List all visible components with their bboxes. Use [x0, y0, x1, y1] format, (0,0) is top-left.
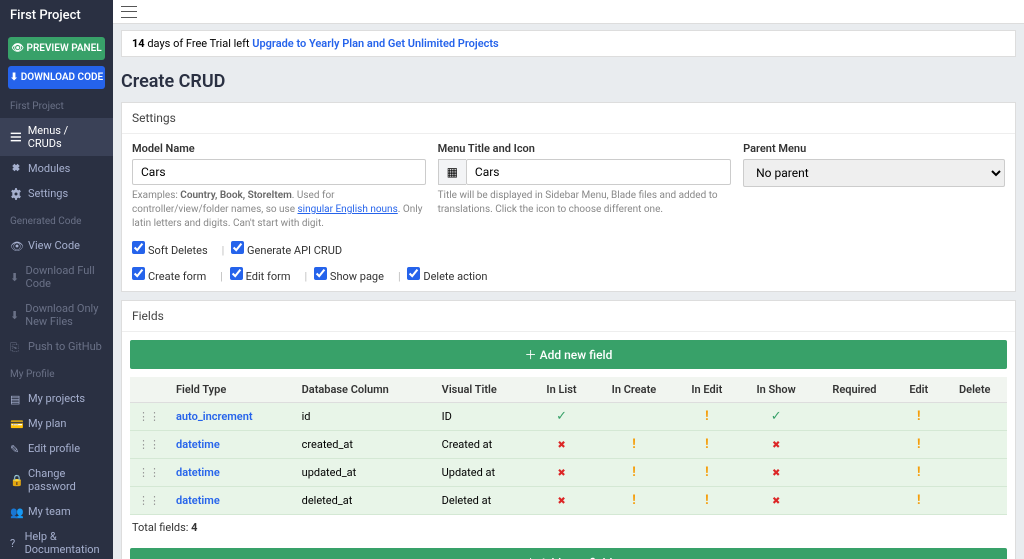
model-help: Examples: Country, Book, StoreItem. Used…	[132, 189, 426, 231]
sidebar-item-push-github[interactable]: ⎘Push to GitHub	[0, 334, 113, 359]
delete-action-checkbox[interactable]: Delete action	[407, 270, 487, 283]
add-field-button-bottom[interactable]: ＋ Add new field	[130, 548, 1007, 559]
add-field-button-top[interactable]: ＋ Add new field	[130, 340, 1007, 369]
upgrade-link[interactable]: Upgrade to Yearly Plan and Get Unlimited…	[252, 37, 498, 50]
sidebar-item-help[interactable]: ?Help & Documentation	[0, 524, 113, 559]
edit-form-checkbox[interactable]: Edit form	[230, 270, 291, 283]
sidebar-section-generated: Generated Code	[0, 210, 113, 233]
download-code-button[interactable]: ⬇ DOWNLOAD CODE	[8, 66, 105, 89]
parent-menu-select[interactable]: No parent	[743, 159, 1005, 187]
sidebar-item-change-password[interactable]: 🔒Change password	[0, 461, 113, 499]
drag-handle-icon[interactable]: ⋮⋮	[130, 459, 168, 487]
sidebar-item-my-plan[interactable]: 💳My plan	[0, 411, 113, 436]
project-title: First Project	[0, 0, 113, 31]
sidebar-item-menus-cruds[interactable]: Menus / CRUDs	[0, 118, 113, 156]
sidebar-item-modules[interactable]: Modules	[0, 156, 113, 181]
drag-handle-icon[interactable]: ⋮⋮	[130, 431, 168, 459]
settings-panel: Settings Model Name Examples: Country, B…	[121, 102, 1016, 292]
trial-banner: 14 days of Free Trial left Upgrade to Ye…	[121, 30, 1016, 57]
show-page-checkbox[interactable]: Show page	[314, 270, 384, 283]
fields-table: Field TypeDatabase ColumnVisual Title In…	[130, 377, 1007, 515]
table-row: ⋮⋮ auto_increment idID ✓ !✓ !	[130, 403, 1007, 431]
field-type-link[interactable]: auto_increment	[168, 403, 294, 431]
api-crud-checkbox[interactable]: Generate API CRUD	[231, 244, 342, 257]
topbar	[113, 0, 1024, 24]
sidebar-item-my-team[interactable]: 👥My team	[0, 499, 113, 524]
create-form-checkbox[interactable]: Create form	[132, 270, 206, 283]
table-row: ⋮⋮ datetime updated_atUpdated at ✖! !✖ !	[130, 459, 1007, 487]
model-name-input[interactable]	[132, 159, 426, 185]
sidebar-section-project: First Project	[0, 95, 113, 118]
total-fields: Total fields: 4	[122, 515, 1015, 540]
sidebar: First Project 👁 PREVIEW PANEL ⬇ DOWNLOAD…	[0, 0, 113, 559]
table-header-row: Field TypeDatabase ColumnVisual Title In…	[130, 377, 1007, 403]
main: 14 days of Free Trial left Upgrade to Ye…	[113, 0, 1024, 559]
sidebar-item-my-projects[interactable]: ▤My projects	[0, 386, 113, 411]
menu-title-label: Menu Title and Icon	[438, 142, 732, 155]
sidebar-item-view-code[interactable]: 👁View Code	[0, 233, 113, 258]
settings-heading: Settings	[122, 103, 1015, 134]
fields-heading: Fields	[122, 301, 1015, 332]
field-type-link[interactable]: datetime	[168, 487, 294, 515]
table-row: ⋮⋮ datetime deleted_atDeleted at ✖! !✖ !	[130, 487, 1007, 515]
field-type-link[interactable]: datetime	[168, 431, 294, 459]
menu-help: Title will be displayed in Sidebar Menu,…	[438, 189, 732, 217]
soft-deletes-checkbox[interactable]: Soft Deletes	[132, 244, 208, 257]
drag-handle-icon[interactable]: ⋮⋮	[130, 487, 168, 515]
sidebar-item-download-full[interactable]: ⬇Download Full Code	[0, 258, 113, 296]
sidebar-item-settings[interactable]: Settings	[0, 181, 113, 206]
table-row: ⋮⋮ datetime created_atCreated at ✖! !✖ !	[130, 431, 1007, 459]
drag-handle-icon[interactable]: ⋮⋮	[130, 403, 168, 431]
sidebar-item-download-new[interactable]: ⬇Download Only New Files	[0, 296, 113, 334]
menu-title-input[interactable]	[466, 159, 731, 185]
sidebar-section-profile: My Profile	[0, 363, 113, 386]
sidebar-item-edit-profile[interactable]: ✎Edit profile	[0, 436, 113, 461]
model-name-label: Model Name	[132, 142, 426, 155]
parent-menu-label: Parent Menu	[743, 142, 1005, 155]
fields-panel: Fields ＋ Add new field Field TypeDatabas…	[121, 300, 1016, 559]
preview-panel-button[interactable]: 👁 PREVIEW PANEL	[8, 37, 105, 60]
icon-picker-button[interactable]: ▦	[438, 159, 466, 185]
page-title: Create CRUD	[121, 71, 1016, 92]
field-type-link[interactable]: datetime	[168, 459, 294, 487]
hamburger-icon[interactable]	[121, 6, 137, 18]
